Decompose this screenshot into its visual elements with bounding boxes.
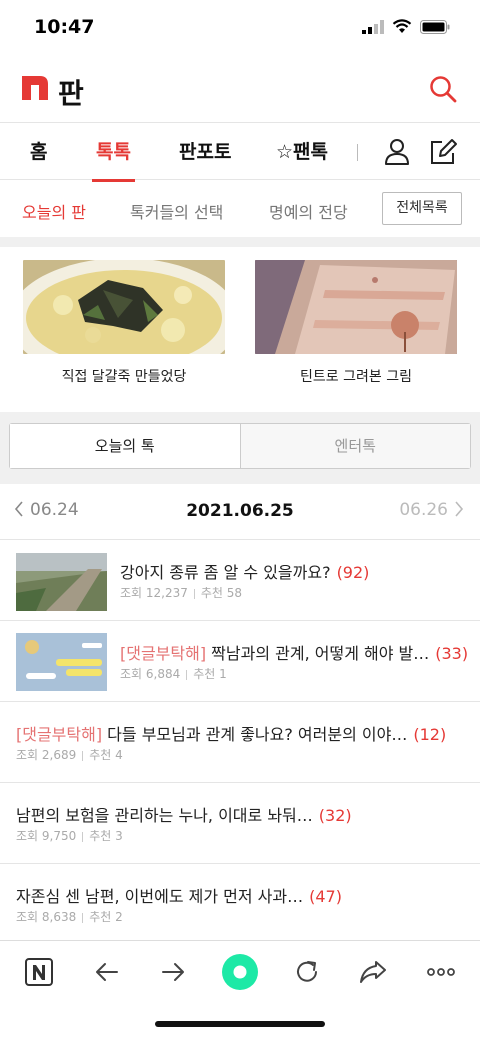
battery-icon: [420, 19, 450, 34]
comment-count: (12): [413, 725, 447, 744]
refresh-icon[interactable]: [290, 955, 324, 989]
nate-home-icon[interactable]: [22, 955, 56, 989]
search-icon[interactable]: [428, 74, 458, 104]
featured-caption[interactable]: 틴트로 그려본 그림: [255, 366, 457, 386]
post-meta: 조회 8,638 추천 2: [16, 908, 123, 925]
post-item[interactable]: [댓글부탁해] 다들 부모님과 관계 좋나요? 여러분의 이야… (12) 조회 …: [0, 702, 480, 783]
post-views: 조회 2,689: [16, 748, 77, 762]
home-dot-icon[interactable]: [221, 953, 259, 991]
date-next-button[interactable]: 06.26: [399, 500, 464, 520]
back-arrow-icon[interactable]: [90, 955, 124, 989]
comment-count: (33): [435, 644, 469, 663]
post-title[interactable]: 남편의 보험을 관리하는 누나, 이대로 놔둬… (32): [16, 802, 352, 826]
comment-count: (47): [309, 887, 342, 906]
status-time: 10:47: [34, 16, 95, 38]
sub-nav: 오늘의 판 톡커들의 선택 명예의 전당 전체목록: [0, 180, 480, 237]
nate-logo-icon[interactable]: [22, 76, 48, 100]
forward-arrow-icon[interactable]: [156, 955, 190, 989]
logo-text: 판: [58, 77, 84, 110]
post-views: 조회 6,884: [120, 667, 181, 681]
post-recommends: 추천 3: [89, 829, 123, 843]
post-tag: [댓글부탁해]: [16, 725, 103, 744]
tab-today-talk[interactable]: 오늘의 톡: [10, 424, 241, 468]
nav-home[interactable]: 홈: [30, 123, 47, 181]
date-next-label: 06.26: [399, 500, 448, 520]
featured-image[interactable]: [255, 260, 457, 354]
share-icon[interactable]: [356, 955, 390, 989]
post-item[interactable]: 자존심 센 남편, 이번에도 제가 먼저 사과… (47) 조회 8,638 추천 …: [0, 864, 480, 940]
write-icon[interactable]: [428, 137, 458, 167]
wifi-icon: [392, 19, 412, 33]
post-title[interactable]: [댓글부탁해] 다들 부모님과 관계 좋나요? 여러분의 이야… (12): [16, 721, 446, 745]
post-title[interactable]: 자존심 센 남편, 이번에도 제가 먼저 사과… (47): [16, 883, 342, 907]
post-views: 조회 12,237: [120, 586, 188, 600]
divider-band: [0, 237, 480, 247]
featured-section: 직접 달걀죽 만들었당 틴트로 그려본 그림: [0, 247, 480, 412]
nav-talk[interactable]: 톡톡: [92, 123, 135, 182]
status-icons: [362, 19, 450, 34]
nav-fantalk[interactable]: ☆팬톡: [276, 123, 328, 181]
post-meta: 조회 6,884 추천 1: [120, 665, 227, 682]
header: 판: [0, 56, 480, 122]
tab-enter-talk[interactable]: 엔터톡: [240, 424, 470, 468]
featured-card[interactable]: 직접 달걀죽 만들었당: [23, 260, 225, 386]
post-meta: 조회 2,689 추천 4: [16, 746, 123, 763]
main-nav: 홈 톡톡 판포토 ☆팬톡: [0, 122, 480, 182]
subnav-today[interactable]: 오늘의 판: [22, 199, 86, 223]
post-thumbnail[interactable]: [16, 553, 107, 611]
post-title-text: 남편의 보험을 관리하는 누나, 이대로 놔둬…: [16, 806, 313, 825]
nav-divider: [357, 144, 358, 161]
post-title-text: 강아지 종류 좀 알 수 있을까요?: [120, 563, 331, 582]
post-meta: 조회 12,237 추천 58: [120, 584, 242, 601]
home-indicator[interactable]: [155, 1021, 325, 1027]
more-icon[interactable]: [424, 955, 458, 989]
post-meta: 조회 9,750 추천 3: [16, 827, 123, 844]
featured-card[interactable]: 틴트로 그려본 그림: [255, 260, 457, 386]
post-views: 조회 8,638: [16, 910, 77, 924]
post-tag: [댓글부탁해]: [120, 644, 207, 663]
comment-count: (92): [336, 563, 370, 582]
signal-icon: [362, 19, 384, 34]
user-icon[interactable]: [382, 137, 412, 167]
comment-count: (32): [318, 806, 352, 825]
post-title[interactable]: [댓글부탁해] 짝남과의 관계, 어떻게 해야 발… (33): [120, 640, 468, 664]
status-bar: 10:47: [0, 0, 480, 56]
all-list-button[interactable]: 전체목록: [382, 192, 462, 225]
featured-caption[interactable]: 직접 달걀죽 만들었당: [23, 366, 225, 386]
post-recommends: 추천 4: [89, 748, 123, 762]
post-views: 조회 9,750: [16, 829, 77, 843]
post-recommends: 추천 2: [89, 910, 123, 924]
featured-image[interactable]: [23, 260, 225, 354]
post-title-text: 자존심 센 남편, 이번에도 제가 먼저 사과…: [16, 887, 304, 906]
browser-toolbar: [0, 940, 480, 1002]
post-title-text: 다들 부모님과 관계 좋나요? 여러분의 이야…: [102, 725, 408, 744]
post-item[interactable]: 남편의 보험을 관리하는 누나, 이대로 놔둬… (32) 조회 9,750 추천 …: [0, 783, 480, 864]
post-recommends: 추천 58: [200, 586, 243, 600]
post-recommends: 추천 1: [193, 667, 227, 681]
subnav-picks[interactable]: 톡커들의 선택: [130, 199, 223, 223]
post-title[interactable]: 강아지 종류 좀 알 수 있을까요? (92): [120, 559, 369, 583]
post-thumbnail[interactable]: [16, 633, 107, 691]
chevron-right-icon: [455, 501, 464, 517]
subnav-hall-of-fame[interactable]: 명예의 전당: [269, 199, 348, 223]
date-bar: 06.24 2021.06.25 06.26: [0, 484, 480, 540]
nav-photo[interactable]: 판포토: [179, 123, 231, 181]
post-item[interactable]: 강아지 종류 좀 알 수 있을까요? (92) 조회 12,237 추천 58: [0, 540, 480, 621]
segment-control: 오늘의 톡 엔터톡: [9, 423, 471, 469]
post-item[interactable]: [댓글부탁해] 짝남과의 관계, 어떻게 해야 발… (33) 조회 6,884 추…: [0, 621, 480, 702]
post-title-text: 짝남과의 관계, 어떻게 해야 발…: [206, 644, 430, 663]
